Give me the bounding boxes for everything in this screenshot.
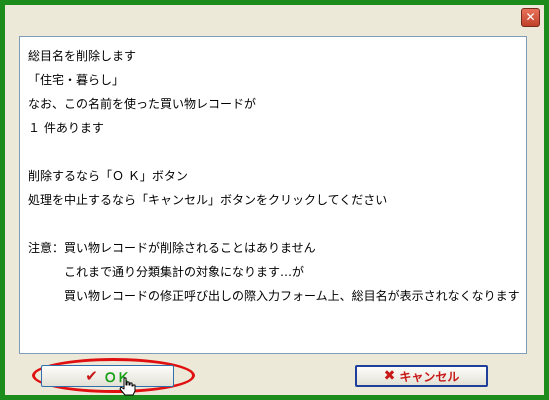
close-button[interactable]: ✕ xyxy=(521,8,540,27)
hand-cursor-icon xyxy=(119,377,136,396)
message-line xyxy=(28,215,526,239)
x-icon: ✖ xyxy=(383,368,396,384)
message-line: 処理を中止するなら「キャンセル」ボタンをクリックしてください xyxy=(28,193,388,207)
message-line: なお、この名前を使った買い物レコードが xyxy=(28,97,257,111)
message-line: 「住宅・暮らし」 xyxy=(28,73,125,87)
note-line: 買い物レコードの修正呼び出しの際入力フォーム上、総目名が表示されなくなります xyxy=(64,289,520,303)
message-line: 削除するなら「Ｏ Ｋ」ボタン xyxy=(28,169,188,183)
ok-button[interactable]: ✔ ＯＫ xyxy=(41,365,174,387)
message-line: 注意：買い物レコードが削除されることはありません xyxy=(28,241,316,255)
message-line: １ 件あります xyxy=(28,121,104,135)
close-icon: ✕ xyxy=(525,10,536,24)
cancel-button-label: キャンセル xyxy=(399,369,460,384)
delete-confirm-dialog: ✕ 総目名を削除します 「住宅・暮らし」 なお、この名前を使った買い物レコードが… xyxy=(5,5,544,396)
message-line xyxy=(28,143,526,167)
message-line: 総目名を削除します xyxy=(28,49,137,63)
note-line: これまで通り分類集計の対象になります…が xyxy=(64,265,305,279)
check-icon: ✔ xyxy=(85,367,98,385)
message-box: 総目名を削除します 「住宅・暮らし」 なお、この名前を使った買い物レコードが １… xyxy=(19,36,527,354)
cancel-button[interactable]: ✖ キャンセル xyxy=(355,365,488,387)
